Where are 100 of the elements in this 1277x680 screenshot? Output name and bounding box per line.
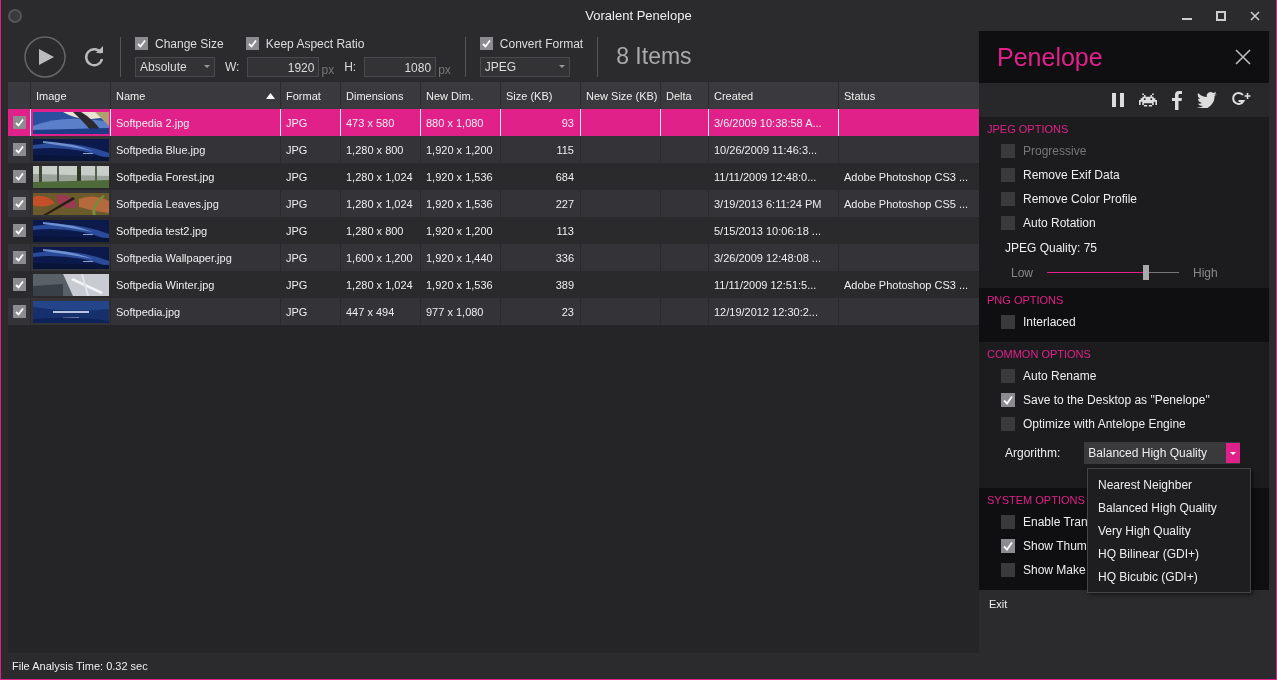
created-date: 11/11/2009 12:51:5...: [714, 278, 817, 291]
row-checkbox[interactable]: [13, 251, 26, 264]
caret-icon[interactable]: [1226, 443, 1241, 463]
change-size-checkbox[interactable]: Change Size: [135, 36, 224, 51]
file-size: 115: [556, 143, 574, 156]
dimensions: 1,280 x 800: [346, 224, 404, 237]
row-checkbox[interactable]: [13, 305, 26, 318]
close-icon[interactable]: [1235, 49, 1251, 65]
file-name: Softpedia 2.jpg: [116, 116, 190, 129]
format-dropdown[interactable]: JPEG: [479, 56, 570, 77]
file-format: JPG: [286, 197, 308, 210]
option-checkbox[interactable]: Auto Rotation: [979, 211, 1096, 235]
option-checkbox[interactable]: Show Make: [979, 558, 1086, 582]
check-icon: [245, 37, 259, 50]
file-name: Softpedia Wallpaper.jpg: [116, 251, 232, 264]
pause-icon[interactable]: [1111, 92, 1125, 108]
check-icon: [135, 37, 148, 50]
option-checkbox[interactable]: Auto Rename: [979, 364, 1097, 388]
file-size: 684: [555, 170, 574, 183]
play-button[interactable]: [24, 35, 66, 78]
status-text: File Analysis Time: 0.32 sec: [11, 659, 149, 674]
new-dimensions: 1,920 x 1,536: [426, 197, 493, 210]
dimensions: 1,280 x 800: [346, 143, 404, 156]
dimensions: 1,280 x 1,024: [346, 170, 413, 183]
created-date: 3/19/2013 6:11:24 PM: [714, 197, 822, 210]
file-size: 227: [555, 197, 574, 210]
dimensions: 1,600 x 1,200: [346, 251, 413, 264]
section-title: SYSTEM OPTIONS: [987, 494, 1085, 506]
created-date: 3/26/2009 12:48:08 ...: [714, 251, 822, 264]
table-row[interactable]: Softpedia 2.jpg JPG 473 x 580 880 x 1,080 93 3/6/2009 10:38:58 A...: [8, 109, 979, 136]
file-format: JPG: [286, 305, 308, 318]
new-dimensions: 1,920 x 1,200: [426, 224, 493, 237]
file-format: JPG: [286, 170, 308, 183]
facebook-icon[interactable]: [1171, 90, 1183, 110]
file-format: JPG: [286, 116, 308, 129]
row-checkbox[interactable]: [13, 143, 26, 156]
row-checkbox[interactable]: [13, 197, 26, 210]
option-checkbox[interactable]: Save to the Desktop as "Penelope": [979, 388, 1210, 412]
file-name: Softpedia.jpg: [116, 305, 181, 318]
check-icon: [1001, 539, 1015, 553]
check-icon: [479, 37, 493, 50]
table-row[interactable]: Softpedia test2.jpg JPG 1,280 x 800 1,920 x 1,200 113 5/15/2013 10:06:18 ...: [8, 217, 979, 244]
created-date: 5/15/2013 10:06:18 ...: [714, 224, 822, 237]
menu-item[interactable]: HQ Bilinear (GDI+): [1088, 542, 1250, 565]
new-dimensions: 977 x 1,080: [426, 305, 484, 318]
refresh-icon[interactable]: [82, 44, 106, 69]
width-field[interactable]: 1920: [247, 56, 320, 77]
pixel-alien-icon[interactable]: [1139, 93, 1157, 107]
file-name: Softpedia Leaves.jpg: [116, 197, 219, 210]
option-checkbox[interactable]: Show Thum: [979, 534, 1087, 558]
quality-label: JPEG Quality: 75: [1004, 241, 1098, 255]
table-row[interactable]: Softpedia Wallpaper.jpg JPG 1,600 x 1,200 1,920 x 1,440 336 3/26/2009 12:48:08 ...: [8, 244, 979, 271]
file-name: Softpedia test2.jpg: [116, 224, 208, 237]
option-checkbox[interactable]: Remove Color Profile: [979, 187, 1138, 211]
maximize-icon[interactable]: [1216, 10, 1226, 21]
table-row[interactable]: Softpedia Blue.jpg JPG 1,280 x 800 1,920 x 1,200 115 10/26/2009 11:46:3...: [8, 136, 979, 163]
file-format: JPG: [286, 251, 308, 264]
table-row[interactable]: Softpedia Forest.jpg JPG 1,280 x 1,024 1,920 x 1,536 684 11/11/2009 12:48:0... Adobe Photoshop CS3 ...: [8, 163, 979, 190]
dimensions: 1,280 x 1,024: [346, 278, 413, 291]
check-icon: [1001, 393, 1015, 407]
file-size: 93: [561, 116, 574, 129]
slider-thumb[interactable]: [1143, 265, 1149, 280]
window-title: Voralent Penelope: [585, 8, 692, 23]
twitter-icon[interactable]: [1197, 92, 1217, 108]
option-checkbox[interactable]: Remove Exif Data: [979, 163, 1120, 187]
file-status: Adobe Photoshop CS5 ...: [844, 197, 969, 210]
new-dimensions: 1,920 x 1,440: [426, 251, 493, 264]
menu-item[interactable]: Very High Quality: [1088, 519, 1250, 542]
option-checkbox[interactable]: Enable Tran: [979, 510, 1088, 534]
new-dimensions: 880 x 1,080: [426, 116, 484, 129]
height-label: H:: [344, 59, 357, 74]
algorithm-label: Argorithm:: [1005, 446, 1061, 460]
table-row[interactable]: Softpedia Winter.jpg JPG 1,280 x 1,024 1,920 x 1,536 389 11/11/2009 12:51:5... Adobe Photoshop CS3 ...: [8, 271, 979, 298]
file-size: 113: [556, 224, 574, 237]
section-title: COMMON OPTIONS: [987, 348, 1091, 360]
menu-item[interactable]: Nearest Neighber: [1088, 473, 1250, 496]
resize-mode-dropdown[interactable]: Absolute: [135, 56, 215, 77]
file-size: 389: [555, 278, 574, 291]
option-checkbox[interactable]: Interlaced: [979, 310, 1076, 334]
panel-title: Penelope: [997, 42, 1103, 72]
menu-item[interactable]: Balanced High Quality: [1088, 496, 1250, 519]
keep-aspect-checkbox[interactable]: Keep Aspect Ratio: [245, 36, 365, 51]
row-checkbox[interactable]: [13, 224, 26, 237]
row-checkbox[interactable]: [13, 278, 26, 291]
section-title: JPEG OPTIONS: [987, 123, 1069, 135]
exit-link[interactable]: Exit: [989, 598, 1008, 610]
file-status: Adobe Photoshop CS3 ...: [844, 170, 969, 183]
new-dimensions: 1,920 x 1,536: [426, 278, 493, 291]
table-row[interactable]: Softpedia.jpg JPG 447 x 494 977 x 1,080 23 12/19/2012 12:30:2...: [8, 298, 979, 325]
algorithm-dropdown[interactable]: Balanced High Quality: [1084, 442, 1241, 464]
height-field[interactable]: 1080: [364, 56, 437, 77]
row-checkbox[interactable]: [13, 170, 26, 183]
option-checkbox[interactable]: Optimize with Antelope Engine: [979, 412, 1186, 436]
close-icon[interactable]: [1250, 10, 1260, 21]
convert-format-checkbox[interactable]: Convert Format: [479, 36, 584, 51]
file-format: JPG: [286, 224, 308, 237]
quality-slider[interactable]: [1047, 265, 1179, 280]
menu-item[interactable]: HQ Bicubic (GDI+): [1088, 565, 1250, 588]
table-row[interactable]: Softpedia Leaves.jpg JPG 1,280 x 1,024 1,920 x 1,536 227 3/19/2013 6:11:24 PM Adobe Photoshop CS5 ...: [8, 190, 979, 217]
row-checkbox[interactable]: [13, 116, 26, 129]
